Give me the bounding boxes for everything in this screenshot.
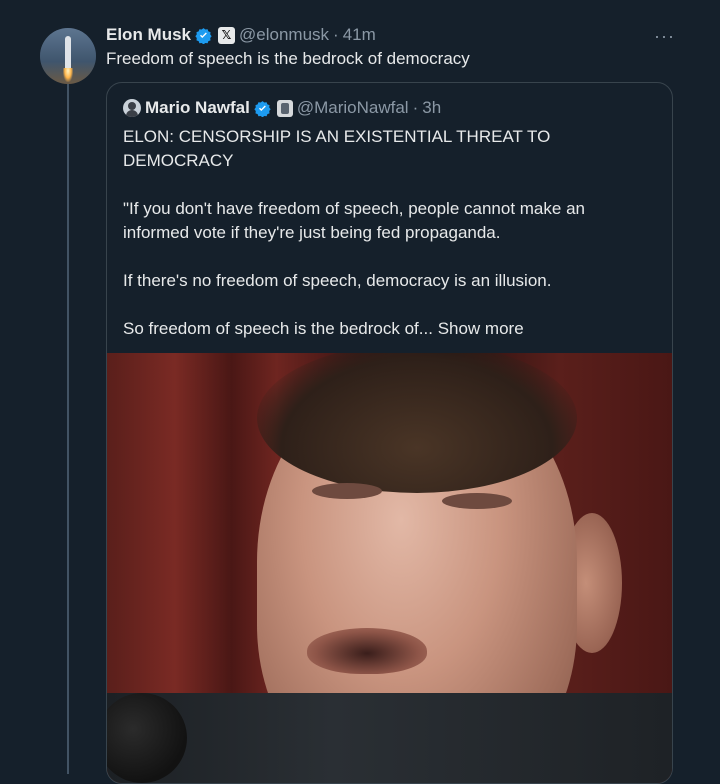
avatar[interactable] [40, 28, 96, 84]
video-thumbnail[interactable] [107, 353, 672, 783]
quoted-author-name[interactable]: Mario Nawfal [145, 98, 250, 118]
shirt [107, 693, 672, 783]
quoted-tweet-header: Mario Nawfal @MarioNawfal · 3h [123, 98, 441, 118]
thread-line [67, 84, 69, 774]
quoted-tweet-card[interactable]: Mario Nawfal @MarioNawfal · 3h ELON: CEN… [106, 82, 673, 784]
left-eye [312, 483, 382, 499]
tweet-text: Freedom of speech is the bedrock of demo… [106, 49, 470, 68]
show-more-link[interactable]: Show more [438, 319, 524, 338]
quoted-author-handle[interactable]: @MarioNawfal [297, 98, 409, 118]
separator: · [412, 98, 419, 117]
rocket-icon [65, 36, 71, 70]
quoted-timestamp[interactable]: 3h [422, 98, 441, 118]
affiliate-badge-icon [276, 99, 293, 117]
quoted-last-line: So freedom of speech is the bedrock of..… [123, 317, 653, 341]
truncated-text: So freedom of speech is the bedrock of..… [123, 319, 433, 338]
separator: · [333, 25, 339, 44]
verified-badge-icon [254, 100, 271, 117]
verified-badge-icon [195, 27, 212, 44]
more-options-icon[interactable]: ··· [654, 26, 675, 47]
quoted-avatar [123, 99, 141, 117]
quoted-paragraph: ELON: CENSORSHIP IS AN EXISTENTIAL THREA… [123, 127, 551, 170]
mouth [307, 628, 427, 674]
author-handle[interactable]: @elonmusk [239, 25, 329, 45]
author-name[interactable]: Elon Musk [106, 25, 191, 45]
tweet-header: Elon Musk 𝕏 @elonmusk · 41m [106, 24, 376, 46]
quoted-paragraph: "If you don't have freedom of speech, pe… [123, 199, 585, 242]
x-affiliate-icon: 𝕏 [218, 26, 236, 44]
timestamp[interactable]: 41m [343, 25, 376, 45]
right-eye [442, 493, 512, 509]
quoted-paragraph: If there's no freedom of speech, democra… [123, 271, 552, 290]
quoted-tweet-body: ELON: CENSORSHIP IS AN EXISTENTIAL THREA… [123, 125, 653, 365]
rocket-flame [63, 68, 73, 82]
